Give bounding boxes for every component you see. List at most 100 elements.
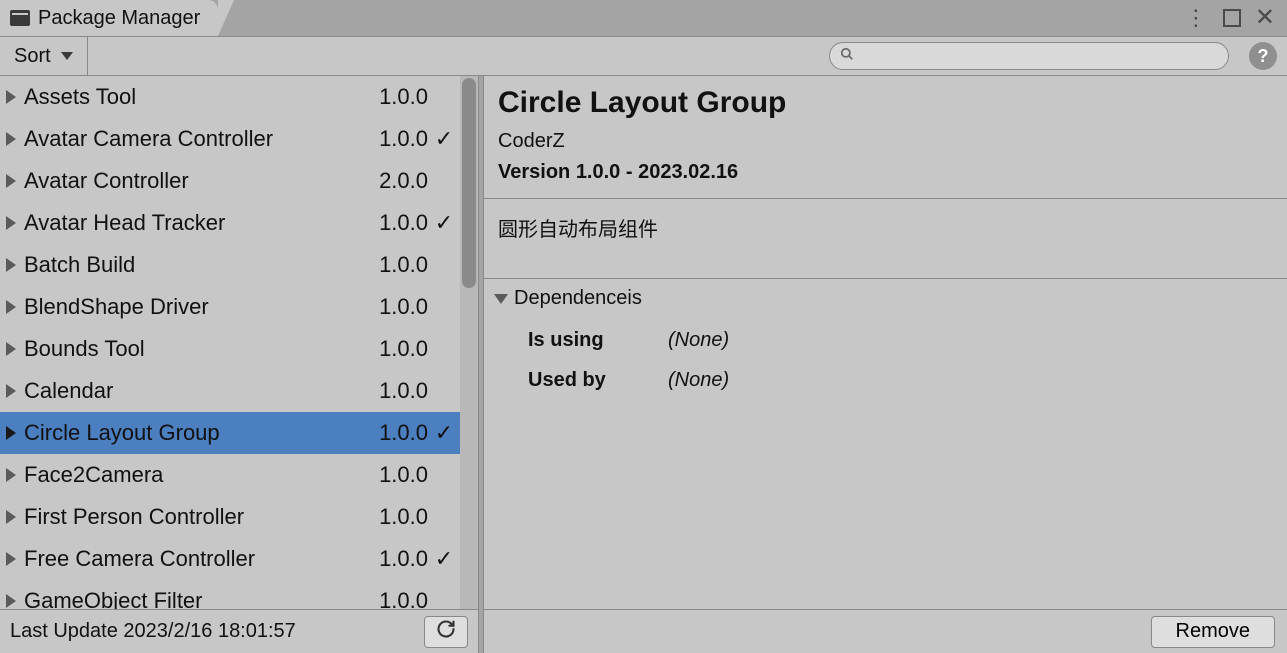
chevron-right-icon [6,174,16,188]
package-name: Avatar Controller [24,168,379,194]
installed-check-icon: ✓ [432,420,456,446]
package-list-pane: Assets Tool1.0.0Avatar Camera Controller… [0,76,478,653]
package-version: 1.0.0 [379,294,428,320]
package-row[interactable]: Face2Camera1.0.0 [0,454,478,496]
main: Assets Tool1.0.0Avatar Camera Controller… [0,76,1287,653]
chevron-down-icon [494,294,508,304]
search-icon [840,47,854,66]
chevron-right-icon [6,510,16,524]
detail-title: Circle Layout Group [498,86,1273,120]
chevron-right-icon [6,300,16,314]
dependencies-section: Dependenceis Is using (None) Used by (No… [484,278,1287,408]
package-list-scrollbar[interactable] [460,76,478,609]
chevron-right-icon [6,384,16,398]
package-version: 1.0.0 [379,252,428,278]
dependencies-toggle[interactable]: Dependenceis [494,287,1277,310]
package-name: Assets Tool [24,84,379,110]
package-list: Assets Tool1.0.0Avatar Camera Controller… [0,76,478,609]
used-by-label: Used by [528,369,638,392]
last-update-text: Last Update 2023/2/16 18:01:57 [10,620,414,643]
package-version: 1.0.0 [379,504,428,530]
package-version: 1.0.0 [379,336,428,362]
title-bar: Package Manager ⋮ ✕ [0,0,1287,36]
chevron-right-icon [6,594,16,608]
sort-dropdown[interactable]: Sort [0,37,88,75]
toolbar: Sort ? [0,36,1287,76]
remove-button[interactable]: Remove [1151,616,1275,648]
package-version: 1.0.0 [379,378,428,404]
detail-description: 圆形自动布局组件 [484,198,1287,278]
help-icon: ? [1258,46,1269,67]
window-controls: ⋮ ✕ [1179,0,1287,36]
package-row[interactable]: Calendar1.0.0 [0,370,478,412]
package-name: Bounds Tool [24,336,379,362]
package-row[interactable]: Avatar Camera Controller1.0.0✓ [0,118,478,160]
chevron-right-icon [6,90,16,104]
package-row[interactable]: Avatar Head Tracker1.0.0✓ [0,202,478,244]
dependencies-label: Dependenceis [514,287,642,310]
package-version: 1.0.0 [379,210,428,236]
is-using-label: Is using [528,329,638,352]
chevron-right-icon [6,468,16,482]
package-row[interactable]: Free Camera Controller1.0.0✓ [0,538,478,580]
package-row[interactable]: Bounds Tool1.0.0 [0,328,478,370]
installed-check-icon: ✓ [432,210,456,236]
package-name: GameObject Filter [24,588,379,609]
dependencies-body: Is using (None) Used by (None) [494,310,1277,400]
chevron-right-icon [6,216,16,230]
tab-title: Package Manager [38,7,200,30]
installed-check-icon: ✓ [432,126,456,152]
detail-spacer [484,408,1287,609]
refresh-icon [436,619,456,645]
chevron-down-icon [61,52,73,60]
is-using-row: Is using (None) [528,320,1277,360]
refresh-button[interactable] [424,616,468,648]
help-button[interactable]: ? [1249,42,1277,70]
sort-label: Sort [14,45,51,68]
package-version: 1.0.0 [379,126,428,152]
package-name: BlendShape Driver [24,294,379,320]
package-name: Free Camera Controller [24,546,379,572]
search-field[interactable] [829,42,1229,70]
package-version: 1.0.0 [379,588,428,609]
package-row[interactable]: GameObject Filter1.0.0 [0,580,478,609]
detail-pane: Circle Layout Group CoderZ Version 1.0.0… [484,76,1287,653]
package-version: 1.0.0 [379,546,428,572]
close-icon[interactable]: ✕ [1251,6,1279,30]
package-list-footer: Last Update 2023/2/16 18:01:57 [0,609,478,653]
chevron-right-icon [6,426,16,440]
is-using-value: (None) [668,329,729,352]
maximize-icon[interactable] [1223,9,1241,27]
package-version: 1.0.0 [379,462,428,488]
package-name: Avatar Camera Controller [24,126,379,152]
chevron-right-icon [6,342,16,356]
used-by-value: (None) [668,369,729,392]
used-by-row: Used by (None) [528,360,1277,400]
installed-check-icon: ✓ [432,546,456,572]
package-version: 2.0.0 [379,168,428,194]
detail-author: CoderZ [498,130,1273,153]
package-name: Batch Build [24,252,379,278]
chevron-right-icon [6,258,16,272]
package-version: 1.0.0 [379,420,428,446]
package-name: First Person Controller [24,504,379,530]
package-row[interactable]: Assets Tool1.0.0 [0,76,478,118]
package-row[interactable]: Circle Layout Group1.0.0✓ [0,412,478,454]
detail-footer: Remove [484,609,1287,653]
window-icon [10,10,30,26]
search-input[interactable] [860,47,1218,65]
package-name: Face2Camera [24,462,379,488]
chevron-right-icon [6,552,16,566]
package-row[interactable]: BlendShape Driver1.0.0 [0,286,478,328]
package-name: Avatar Head Tracker [24,210,379,236]
package-row[interactable]: First Person Controller1.0.0 [0,496,478,538]
package-manager-tab[interactable]: Package Manager [0,0,218,36]
detail-header: Circle Layout Group CoderZ Version 1.0.0… [484,76,1287,198]
chevron-right-icon [6,132,16,146]
package-row[interactable]: Batch Build1.0.0 [0,244,478,286]
scrollbar-thumb[interactable] [462,78,476,288]
package-row[interactable]: Avatar Controller2.0.0 [0,160,478,202]
package-name: Calendar [24,378,379,404]
package-name: Circle Layout Group [24,420,379,446]
kebab-icon[interactable]: ⋮ [1179,5,1213,31]
